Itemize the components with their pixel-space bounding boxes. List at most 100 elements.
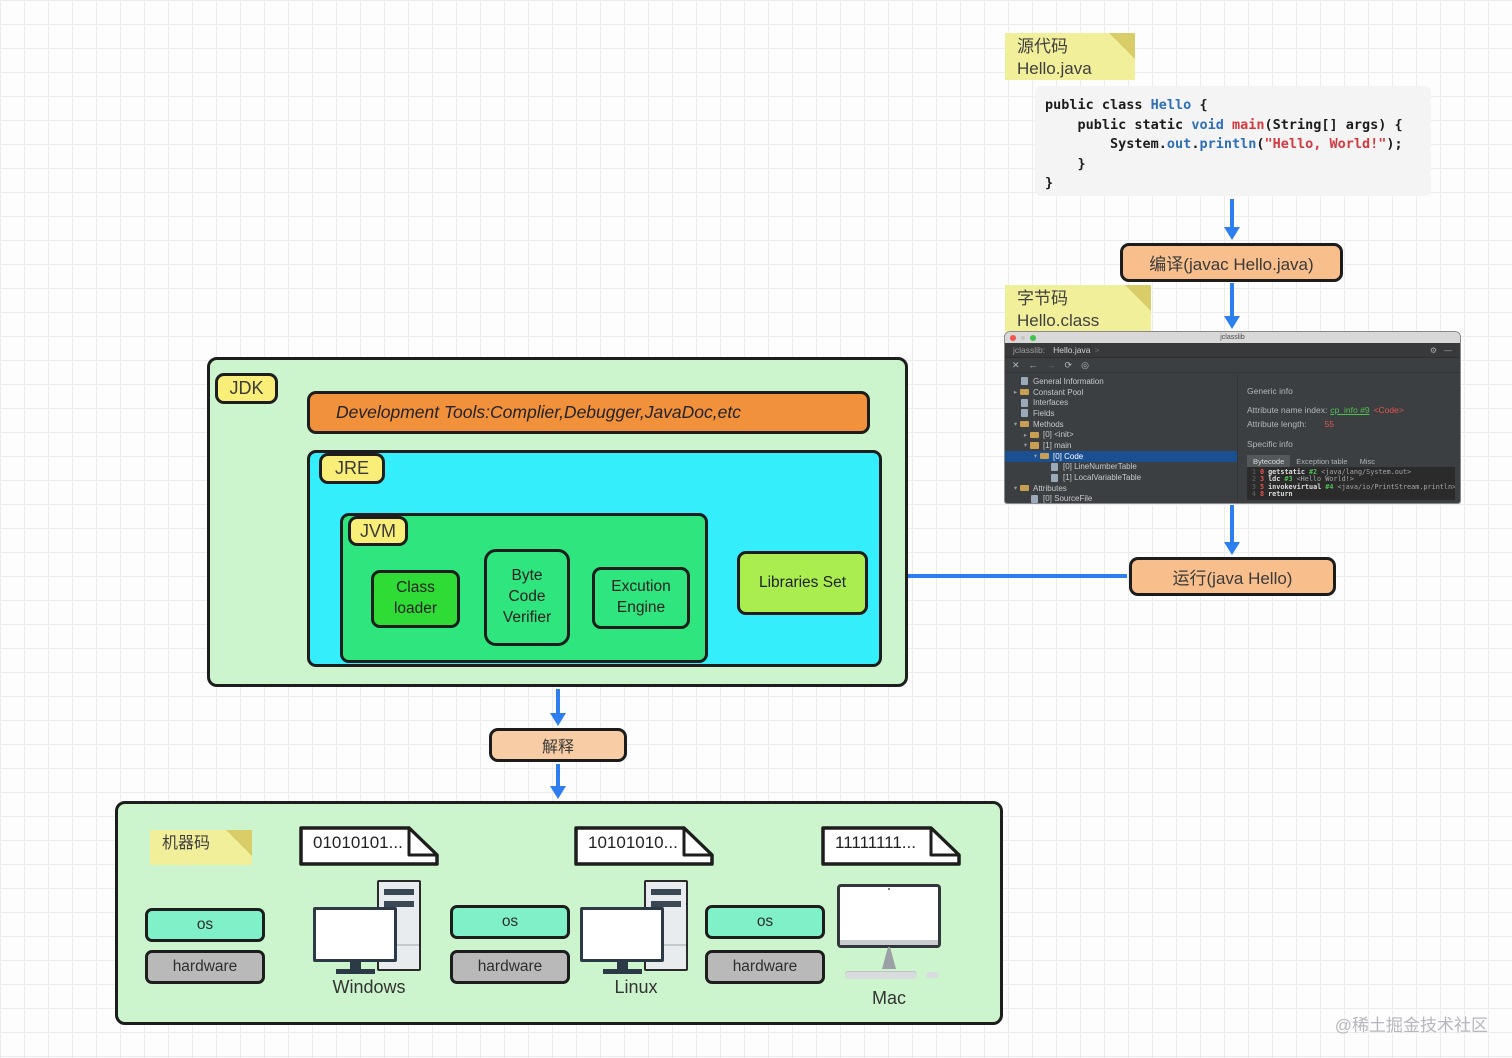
run-step-label: 运行(java Hello) [1172, 569, 1293, 588]
settings-gear-icon[interactable]: ⚙ [1430, 346, 1437, 355]
development-tools-label: Development Tools:Complier,Debugger,Java… [336, 402, 741, 422]
source-note-file: Hello.java [1017, 59, 1092, 79]
libraries-set-label: Libraries Set [758, 573, 846, 591]
tree-item-label: [1] LocalVariableTable [1063, 473, 1142, 483]
document-icon [1051, 462, 1058, 471]
breadcrumb-file[interactable]: Hello.java [1053, 345, 1090, 355]
interpret-step-label: 解释 [541, 739, 574, 756]
os-box-linux: os [450, 905, 570, 939]
execution-engine-label: Excution Engine [611, 578, 671, 616]
libraries-set-box: Libraries Set [737, 551, 868, 615]
class-loader-label: Class loader [393, 579, 438, 617]
class-structure-tree: General Information ▸ Constant Pool Interfa… [1005, 374, 1238, 503]
mac-computer-icon [837, 884, 941, 984]
tree-item[interactable]: Fields [1005, 408, 1237, 419]
attribute-code-type: <Code> [1373, 405, 1404, 415]
tree-item-label: Constant Pool [1033, 387, 1084, 397]
folder-icon [1040, 452, 1049, 460]
jclasslib-window-title: jclasslib [1220, 334, 1245, 341]
class-loader-box: Class loader [371, 570, 460, 628]
jclasslib-content: General Information ▸ Constant Pool Interfa… [1005, 374, 1460, 503]
code-line: System.out.println("Hello, World!"); [1045, 136, 1403, 152]
linux-computer-icon [580, 880, 692, 976]
sticky-fold [1109, 33, 1135, 59]
byte-code-verifier-label: Byte Code Verifier [502, 567, 552, 626]
tree-item-label: [1] main [1043, 440, 1072, 450]
tree-item[interactable]: ▾ [1] main [1005, 440, 1237, 451]
binary-file-label: 11111111... [835, 833, 916, 852]
watermark: @稀土掘金技术社区 [1334, 1016, 1488, 1035]
hardware-label: hardware [732, 958, 798, 975]
folder-icon [1030, 442, 1039, 449]
jvm-tag: JVM [348, 516, 408, 546]
binary-file-label: 01010101... [313, 833, 403, 852]
cp-info-link[interactable]: cp_info #9 [1330, 405, 1369, 415]
tree-expander-icon[interactable]: ▾ [1011, 484, 1020, 492]
hardware-box-linux: hardware [450, 950, 570, 984]
tree-item-label: [0] <init> [1043, 430, 1074, 440]
hardware-box-mac: hardware [705, 950, 825, 984]
bytecode-note-title: 字节码 [1017, 289, 1068, 308]
bytecode-note-file: Hello.class [1017, 311, 1100, 331]
tree-item-label: [0] SourceFile [1043, 494, 1093, 503]
breadcrumb-chevron: > [1094, 345, 1100, 355]
code-line: public static void main(String[] args) { [1045, 116, 1403, 133]
hardware-box-windows: hardware [145, 950, 265, 984]
attribute-length-value: 55 [1324, 419, 1335, 429]
tree-item[interactable]: ▸ [0] <init> [1005, 429, 1237, 440]
collapse-icon[interactable]: — [1444, 346, 1452, 355]
tree-item[interactable]: [1] LocalVariableTable [1005, 472, 1237, 483]
breadcrumb-app: jclasslib: [1013, 345, 1046, 355]
close-icon[interactable]: ✕ [1012, 360, 1020, 371]
interpret-step: 解释 [489, 728, 627, 762]
tree-item-label: Methods [1033, 419, 1064, 429]
back-arrow-icon[interactable]: ← [1029, 360, 1038, 370]
jclasslib-breadcrumb: jclasslib: Hello.java > ⚙ — [1005, 343, 1460, 358]
platform-label-mac: Mac [871, 988, 906, 1008]
os-box-windows: os [145, 908, 265, 942]
execution-engine-box: Excution Engine [592, 567, 690, 629]
platform-label-windows: Windows [332, 977, 406, 997]
close-traffic-light[interactable] [1010, 334, 1016, 341]
bytecode-listing: 1 0 getstatic #2 <java/lang/System.out> 2 3 ldc… [1247, 467, 1455, 500]
document-icon [1021, 377, 1028, 386]
minimize-traffic-light[interactable] [1021, 335, 1025, 340]
tree-item[interactable]: ▾ Methods [1005, 419, 1237, 430]
tree-item[interactable]: [0] LineNumberTable [1005, 462, 1237, 473]
tree-item[interactable]: ▾ Attributes [1005, 483, 1237, 494]
tree-expander-icon[interactable]: ▸ [1021, 431, 1030, 439]
jre-tag: JRE [319, 453, 385, 484]
jclasslib-body: jclasslib: Hello.java > ⚙ — ✕ ← → ⟳ ◎ Genera… [1005, 343, 1460, 503]
document-icon [1051, 473, 1058, 482]
tree-item[interactable]: Interfaces [1005, 397, 1237, 408]
os-label: os [196, 916, 214, 933]
browse-icon[interactable]: ◎ [1081, 360, 1089, 371]
development-tools-bar: Development Tools:Complier,Debugger,Java… [307, 391, 870, 434]
folder-icon [1020, 484, 1029, 492]
binary-file-label: 10101010... [588, 833, 678, 852]
jclasslib-window: jclasslib jclasslib: Hello.java > ⚙ — ✕ ←… [1005, 332, 1460, 503]
arrow-class-to-run [1230, 505, 1234, 543]
jclasslib-toolbar: ✕ ← → ⟳ ◎ [1005, 358, 1460, 373]
attribute-detail-panel: Generic info Attribute name index: cp_inf… [1239, 374, 1460, 503]
code-line: } [1045, 155, 1086, 172]
reload-icon[interactable]: ⟳ [1065, 360, 1073, 371]
tree-item[interactable]: ▾ [0] Code [1005, 450, 1237, 462]
sticky-fold [1125, 285, 1151, 311]
tree-item[interactable]: ▸ Constant Pool [1005, 387, 1237, 398]
attribute-name-label: Attribute name index: [1247, 405, 1328, 415]
folder-icon [1030, 431, 1039, 439]
tree-expander-icon[interactable]: ▾ [1011, 420, 1020, 428]
tree-expander-icon[interactable]: ▸ [1011, 388, 1020, 396]
tree-expander-icon[interactable]: ▾ [1021, 441, 1030, 449]
arrow-run-to-jdk [901, 574, 1127, 578]
tree-item[interactable]: [0] SourceFile [1005, 494, 1237, 503]
platform-label-linux: Linux [614, 977, 658, 997]
folder-icon [1020, 420, 1029, 428]
zoom-traffic-light[interactable] [1030, 334, 1036, 341]
generic-info-heading: Generic info [1247, 386, 1293, 396]
forward-arrow-icon[interactable]: → [1047, 360, 1056, 370]
tree-expander-icon[interactable]: ▾ [1031, 452, 1040, 460]
code-line: public class Hello { [1045, 97, 1208, 113]
tree-item[interactable]: General Information [1005, 376, 1237, 387]
